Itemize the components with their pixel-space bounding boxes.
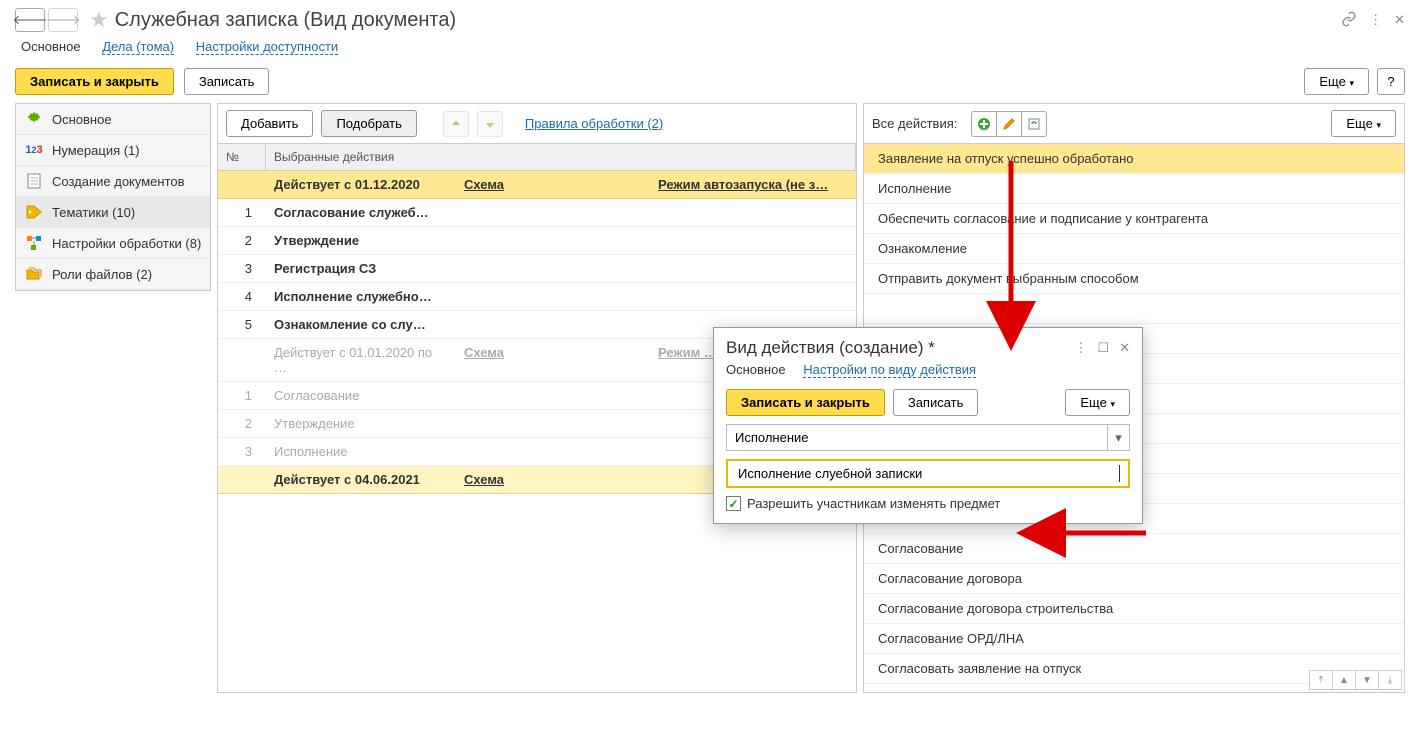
- table-row[interactable]: 2Утверждение: [218, 227, 856, 255]
- action-list-item[interactable]: Согласование договора: [864, 564, 1404, 594]
- nav-forward-button[interactable]: 🡒: [48, 8, 78, 32]
- list-nav: ⤒ ▲ ▼ ⤓: [1310, 670, 1402, 690]
- save-button[interactable]: Записать: [184, 68, 270, 95]
- group-row[interactable]: Действует с 01.12.2020СхемаРежим автозап…: [218, 171, 856, 199]
- favorite-star-icon[interactable]: ★: [89, 7, 109, 33]
- allow-change-checkbox[interactable]: ✓: [726, 496, 741, 511]
- more-button[interactable]: Еще ▾: [1304, 68, 1369, 95]
- scheme-link[interactable]: Схема: [456, 171, 650, 198]
- dialog-tab-main[interactable]: Основное: [726, 362, 786, 377]
- action-type-select[interactable]: ▾: [726, 424, 1130, 451]
- table-row[interactable]: 4Исполнение служебно…: [218, 283, 856, 311]
- sidebar-item-processing[interactable]: Настройки обработки (8): [16, 228, 210, 259]
- page-title: Служебная записка (Вид документа): [115, 9, 456, 32]
- nav-up-button[interactable]: ▲: [1332, 670, 1356, 690]
- nav-top-button[interactable]: ⤒: [1309, 670, 1333, 690]
- mode-link[interactable]: Режим автозапуска (не з…: [650, 171, 856, 198]
- group-label: Действует с 01.01.2020 по …: [266, 339, 456, 381]
- all-actions-label: Все действия:: [872, 116, 957, 131]
- table-row[interactable]: 1Согласование служеб…: [218, 199, 856, 227]
- col-actions: Выбранные действия: [266, 144, 856, 170]
- grid-header: № Выбранные действия: [218, 143, 856, 171]
- document-icon: [24, 173, 44, 189]
- workflow-icon: [24, 235, 44, 251]
- dialog-close-icon[interactable]: ✕: [1119, 340, 1130, 356]
- add-action-button[interactable]: [971, 111, 997, 137]
- sidebar-item-numbering[interactable]: 123 Нумерация (1): [16, 135, 210, 166]
- numbers-icon: 123: [24, 142, 44, 158]
- sidebar-item-label: Основное: [52, 112, 112, 127]
- refresh-button[interactable]: [1021, 111, 1047, 137]
- dialog-maximize-icon[interactable]: ☐: [1097, 340, 1109, 356]
- action-list-item[interactable]: Ознакомление: [864, 234, 1404, 264]
- save-close-button[interactable]: Записать и закрыть: [15, 68, 174, 95]
- tab-access[interactable]: Настройки доступности: [196, 39, 338, 55]
- action-list-item[interactable]: Согласование договора строительства: [864, 594, 1404, 624]
- sidebar-item-label: Создание документов: [52, 174, 185, 189]
- kebab-icon[interactable]: ⋮: [1369, 12, 1382, 28]
- action-list-item[interactable]: Отправить документ выбранным способом: [864, 264, 1404, 294]
- close-icon[interactable]: ✕: [1394, 12, 1405, 28]
- checkbox-label: Разрешить участникам изменять предмет: [747, 496, 1000, 511]
- nav-back-button[interactable]: 🡐: [15, 8, 45, 32]
- nav-bottom-button[interactable]: ⤓: [1378, 670, 1402, 690]
- dialog-title: Вид действия (создание) *: [726, 338, 935, 358]
- col-number: №: [218, 144, 266, 170]
- action-list-item[interactable]: Согласование ОРД/ЛНА: [864, 624, 1404, 654]
- scheme-link[interactable]: Схема: [456, 466, 650, 493]
- sidebar-item-label: Настройки обработки (8): [52, 236, 201, 251]
- dialog-save-close-button[interactable]: Записать и закрыть: [726, 389, 885, 416]
- action-list-item[interactable]: [864, 294, 1404, 324]
- action-list-item[interactable]: Исполнение: [864, 174, 1404, 204]
- edit-action-button[interactable]: [996, 111, 1022, 137]
- nav-down-button[interactable]: ▼: [1355, 670, 1379, 690]
- help-button[interactable]: ?: [1377, 68, 1405, 95]
- move-down-button[interactable]: [477, 111, 503, 137]
- action-type-dialog: Вид действия (создание) * ⋮ ☐ ✕ Основное…: [713, 327, 1143, 524]
- sidebar-item-file-roles[interactable]: Роли файлов (2): [16, 259, 210, 290]
- sidebar-item-doc-create[interactable]: Создание документов: [16, 166, 210, 197]
- sidebar-item-topics[interactable]: Тематики (10): [16, 197, 210, 228]
- dialog-kebab-icon[interactable]: ⋮: [1074, 340, 1087, 356]
- tab-main[interactable]: Основное: [21, 39, 81, 54]
- dropdown-icon[interactable]: ▾: [1107, 425, 1129, 450]
- group-label: Действует с 04.06.2021: [266, 466, 456, 493]
- group-label: Действует с 01.12.2020: [266, 171, 456, 198]
- move-up-button[interactable]: [443, 111, 469, 137]
- folders-icon: [24, 266, 44, 282]
- action-name-input[interactable]: [736, 465, 1120, 482]
- action-list-item[interactable]: Заявление на отпуск успешно обработано: [864, 144, 1404, 174]
- tab-cases[interactable]: Дела (тома): [102, 39, 174, 55]
- sidebar-item-label: Нумерация (1): [52, 143, 140, 158]
- annotation-arrow-left: [1031, 523, 1151, 543]
- gear-icon: [24, 111, 44, 127]
- sidebar-item-label: Тематики (10): [52, 205, 135, 220]
- link-icon[interactable]: [1341, 11, 1357, 30]
- table-row[interactable]: 3Регистрация СЗ: [218, 255, 856, 283]
- sidebar-item-label: Роли файлов (2): [52, 267, 152, 282]
- dialog-save-button[interactable]: Записать: [893, 389, 979, 416]
- action-type-input[interactable]: [727, 425, 1107, 450]
- scheme-link[interactable]: Схема: [456, 339, 650, 381]
- sidebar-item-main[interactable]: Основное: [16, 104, 210, 135]
- processing-rules-link[interactable]: Правила обработки (2): [525, 116, 663, 131]
- add-button[interactable]: Добавить: [226, 110, 313, 137]
- action-name-field[interactable]: [726, 459, 1130, 488]
- annotation-arrow-down: [1001, 161, 1021, 341]
- pick-button[interactable]: Подобрать: [321, 110, 416, 137]
- sidebar: Основное 123 Нумерация (1) Создание доку…: [15, 103, 211, 291]
- tag-icon: [24, 204, 44, 220]
- dialog-tab-settings[interactable]: Настройки по виду действия: [803, 362, 976, 378]
- dialog-more-button[interactable]: Еще ▾: [1065, 389, 1130, 416]
- action-list-item[interactable]: Обеспечить согласование и подписание у к…: [864, 204, 1404, 234]
- more-button-right[interactable]: Еще ▾: [1331, 110, 1396, 137]
